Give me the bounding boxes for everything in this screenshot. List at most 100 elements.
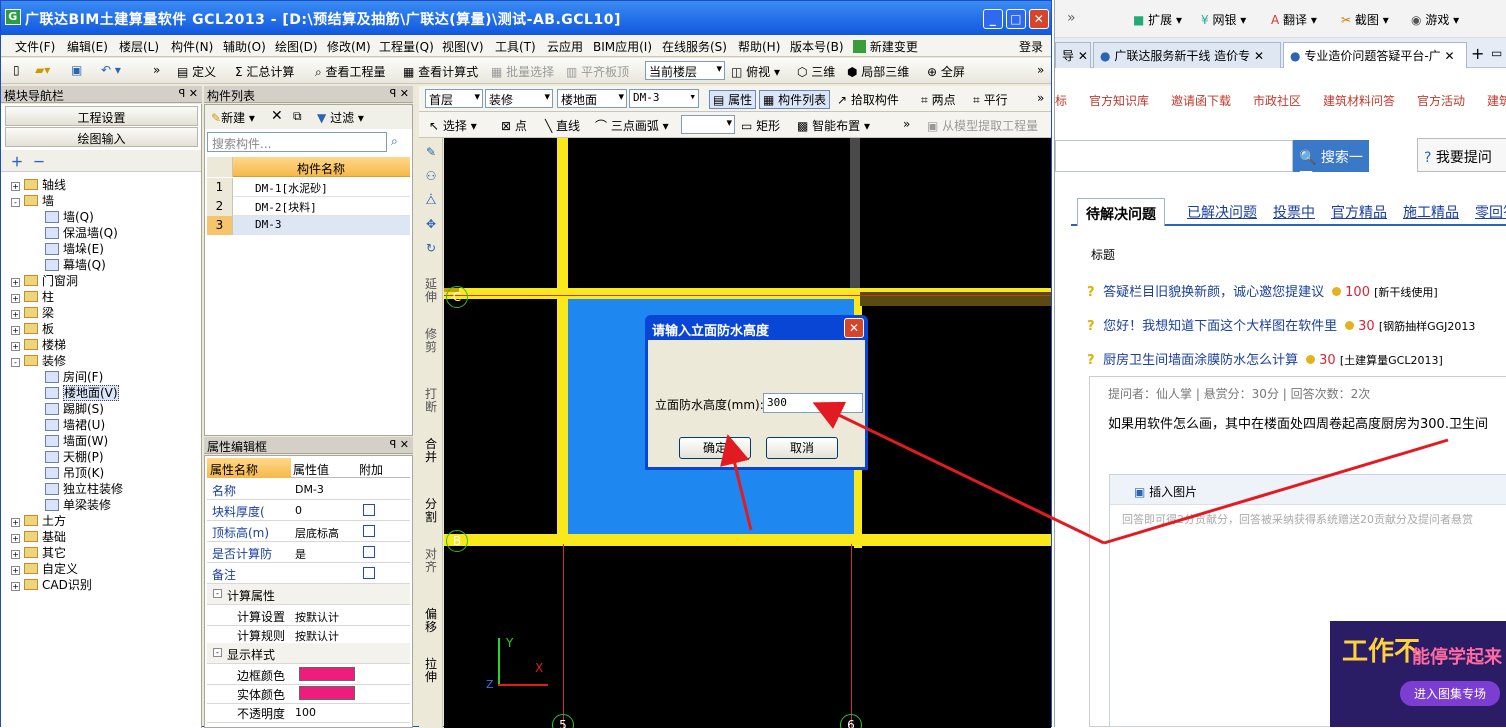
- tree-item[interactable]: 踢脚(S): [45, 400, 104, 417]
- collapse-icon[interactable]: -: [213, 589, 222, 598]
- extra-checkbox[interactable]: [363, 525, 375, 537]
- vertical-tool-icon[interactable]: ↻: [423, 242, 439, 255]
- netbank-button[interactable]: ¥ 网银 ▾: [1201, 11, 1246, 28]
- close-button[interactable]: ✕: [1029, 9, 1049, 29]
- property-value[interactable]: 0: [295, 504, 302, 517]
- expand-icon[interactable]: +: [11, 550, 20, 559]
- site-search-button[interactable]: 🔍 搜索一下: [1293, 140, 1369, 186]
- top-view-button[interactable]: ◫ 俯视 ▾: [731, 63, 780, 80]
- collapse-all-icon[interactable]: －: [33, 153, 45, 170]
- select-tool[interactable]: ↖ 选择 ▾: [429, 117, 477, 134]
- fullscreen-button[interactable]: ⊕ 全屏: [927, 63, 965, 80]
- property-value[interactable]: 是: [295, 546, 306, 562]
- line-tool[interactable]: ╲ 直线: [545, 117, 580, 134]
- vertical-tool-0[interactable]: 延伸: [423, 278, 439, 304]
- expand-icon[interactable]: +: [11, 182, 20, 191]
- tree-folder[interactable]: + 楼梯: [11, 336, 66, 353]
- parallel-button[interactable]: ⌗ 平行: [973, 91, 1008, 108]
- tree-folder[interactable]: + 板: [11, 320, 54, 337]
- component-row[interactable]: 3 DM-3: [207, 216, 410, 235]
- question-row[interactable]: ? 您好！我想知道下面这个大样图在软件里 30 [钢筋抽样GGJ2013: [1087, 315, 1475, 334]
- category-select[interactable]: 装修: [485, 89, 553, 108]
- property-toggle-button[interactable]: ▤ 属性: [709, 90, 757, 109]
- project-settings-button[interactable]: 工程设置: [5, 106, 198, 126]
- extra-checkbox[interactable]: [363, 567, 375, 579]
- vertical-tool-5[interactable]: 对齐: [423, 548, 439, 574]
- drawing-input-button[interactable]: 绘图输入: [5, 127, 198, 147]
- toolbar-overflow-3[interactable]: »: [1037, 91, 1044, 105]
- expand-icon[interactable]: +: [11, 518, 20, 527]
- tree-folder[interactable]: + 基础: [11, 528, 66, 545]
- new-tab-button[interactable]: +: [1471, 44, 1484, 63]
- tree-folder[interactable]: + CAD识别: [11, 576, 92, 593]
- expand-icon[interactable]: +: [11, 326, 20, 335]
- translate-button[interactable]: A 翻译 ▾: [1271, 11, 1317, 28]
- property-row[interactable]: 名称 DM-3: [207, 479, 410, 500]
- expand-icon[interactable]: +: [11, 310, 20, 319]
- site-search-input[interactable]: [1055, 140, 1293, 172]
- vertical-tool-3[interactable]: 合并: [423, 438, 439, 464]
- expand-icon[interactable]: +: [11, 534, 20, 543]
- vertical-tool-4[interactable]: 分割: [423, 498, 439, 524]
- ad-button[interactable]: 进入图集专场: [1400, 681, 1501, 706]
- point-tool[interactable]: ⊠ 点: [501, 117, 527, 134]
- menu-file[interactable]: 文件(F): [15, 38, 55, 55]
- browser-tab-1[interactable]: 导 ✕: [1055, 42, 1091, 68]
- nav-link-materials[interactable]: 建筑材料问答: [1323, 92, 1395, 109]
- property-row[interactable]: 实体颜色: [207, 683, 410, 704]
- menu-modify[interactable]: 修改(M): [327, 38, 371, 55]
- extract-from-model-button[interactable]: ▣ 从模型提取工程量: [927, 117, 1038, 134]
- property-value[interactable]: DM-3: [295, 483, 324, 496]
- local-3d-button[interactable]: ⬢ 局部三维: [847, 63, 909, 80]
- nav-link-invite[interactable]: 邀请函下载: [1171, 92, 1231, 109]
- rectangle-tool[interactable]: ▭ 矩形: [741, 117, 780, 134]
- overflow-chevron[interactable]: »: [1067, 10, 1076, 26]
- property-row[interactable]: 是否计算防 是: [207, 542, 410, 563]
- tree-item[interactable]: 房间(F): [45, 368, 103, 385]
- minimize-button[interactable]: _: [983, 9, 1003, 29]
- extra-checkbox[interactable]: [363, 546, 375, 558]
- vertical-tool-7[interactable]: 拉伸: [423, 658, 439, 684]
- search-icon[interactable]: ⌕: [391, 134, 398, 149]
- expand-icon[interactable]: +: [11, 582, 20, 591]
- tree-folder[interactable]: + 柱: [11, 288, 54, 305]
- expand-icon[interactable]: +: [11, 566, 20, 575]
- copy-icon[interactable]: ⧉: [293, 109, 302, 124]
- cancel-button[interactable]: 取消: [766, 437, 838, 459]
- screenshot-button[interactable]: ✂ 截图 ▾: [1341, 11, 1389, 28]
- tree-item[interactable]: 吊顶(K): [45, 464, 104, 481]
- vertical-tool-6[interactable]: 偏移: [423, 608, 439, 634]
- collapse-icon[interactable]: -: [11, 198, 20, 207]
- waterproof-height-input[interactable]: 300: [763, 393, 863, 413]
- tree-folder[interactable]: -墙: [11, 192, 54, 209]
- menu-draw[interactable]: 绘图(D): [275, 38, 318, 55]
- filter-button[interactable]: ▼ 过滤 ▾: [317, 109, 364, 126]
- tree-folder[interactable]: + 自定义: [11, 560, 78, 577]
- view-quantity-button[interactable]: ⌕ 查看工程量: [315, 63, 386, 80]
- ad-banner[interactable]: 工作不 能停学起来 进入图集专场: [1330, 621, 1506, 727]
- wall[interactable]: [444, 534, 1051, 546]
- vertical-tool-icon[interactable]: ✎: [423, 146, 439, 159]
- nav-link-events[interactable]: 官方活动: [1417, 92, 1465, 109]
- question-row[interactable]: ? 答疑栏目旧貌换新颜，诚心邀您提建议 100 [新干线使用]: [1087, 281, 1438, 300]
- current-floor-select[interactable]: 当前楼层: [645, 61, 725, 80]
- color-swatch[interactable]: [299, 686, 355, 700]
- component-select[interactable]: DM-3: [629, 89, 699, 108]
- vertical-tool-1[interactable]: 修剪: [423, 328, 439, 354]
- collapse-icon[interactable]: -: [213, 648, 222, 657]
- tab-pending[interactable]: 待解决问题: [1077, 198, 1165, 226]
- tab-construction[interactable]: 施工精品: [1403, 202, 1459, 222]
- menu-edit[interactable]: 编辑(E): [67, 38, 108, 55]
- batch-select-button[interactable]: ▦ 批量选择: [491, 63, 554, 80]
- summary-calc-button[interactable]: Σ 汇总计算: [235, 63, 294, 80]
- tab-zero-answer[interactable]: 零回答: [1475, 202, 1506, 222]
- expand-icon[interactable]: +: [11, 342, 20, 351]
- menu-login[interactable]: 登录: [1019, 38, 1043, 55]
- undo-icon[interactable]: ↶ ▾: [101, 63, 121, 77]
- maximize-button[interactable]: □: [1006, 9, 1026, 29]
- tree-item[interactable]: 墙裙(U): [45, 416, 105, 433]
- new-component-button[interactable]: ✎新建 ▾: [211, 109, 255, 126]
- tab-official[interactable]: 官方精品: [1331, 202, 1387, 222]
- menu-help[interactable]: 帮助(H): [738, 38, 780, 55]
- wall[interactable]: [557, 138, 568, 544]
